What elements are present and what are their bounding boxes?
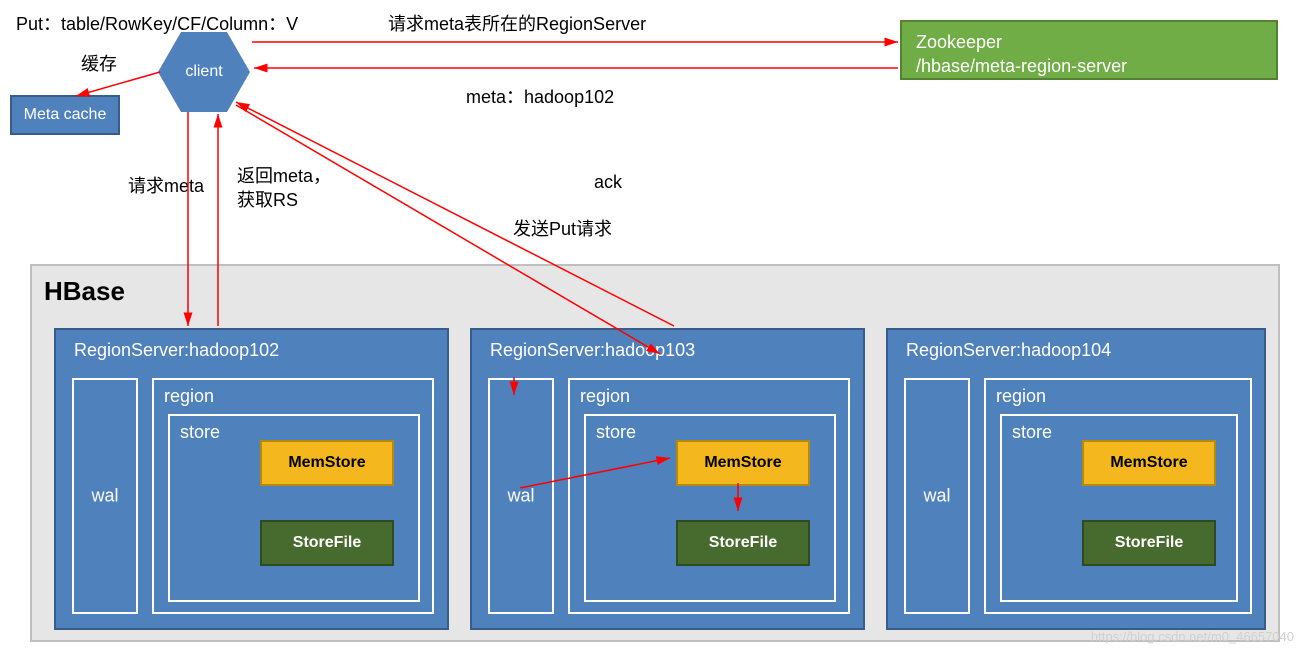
zookeeper-line2: /hbase/meta-region-server — [916, 54, 1262, 78]
region-server-1: RegionServer:hadoop103 wal region store … — [470, 328, 865, 630]
memstore-2: MemStore — [1082, 440, 1216, 486]
region-label-0: region — [164, 386, 214, 407]
meta-cache-box: Meta cache — [10, 95, 120, 135]
return-meta-line1: 返回meta， — [237, 164, 331, 188]
hbase-container: HBase RegionServer:hadoop102 wal region … — [30, 264, 1280, 642]
rs-title-0: RegionServer:hadoop102 — [74, 340, 279, 361]
meta-hadoop-label: meta：hadoop102 — [466, 83, 614, 109]
return-meta-line2: 获取RS — [237, 188, 331, 212]
region-box-0: region store MemStore StoreFile — [152, 378, 434, 614]
watermark-text: https://blog.csdn.net/m0_46657040 — [1091, 629, 1294, 644]
region-label-2: region — [996, 386, 1046, 407]
hbase-title: HBase — [44, 276, 125, 307]
store-label-2: store — [1012, 422, 1052, 443]
region-server-2: RegionServer:hadoop104 wal region store … — [886, 328, 1266, 630]
wal-box-0: wal — [72, 378, 138, 614]
store-box-0: store MemStore StoreFile — [168, 414, 420, 602]
wal-box-1: wal — [488, 378, 554, 614]
wal-label-1: wal — [490, 486, 552, 507]
client-node: client — [158, 32, 250, 112]
wal-box-2: wal — [904, 378, 970, 614]
zookeeper-box: Zookeeper /hbase/meta-region-server — [900, 20, 1278, 80]
rs-title-1: RegionServer:hadoop103 — [490, 340, 695, 361]
store-label-1: store — [596, 422, 636, 443]
rs-title-2: RegionServer:hadoop104 — [906, 340, 1111, 361]
storefile-2: StoreFile — [1082, 520, 1216, 566]
put-command-label: Put：table/RowKey/CF/Column：V — [16, 10, 298, 36]
store-box-1: store MemStore StoreFile — [584, 414, 836, 602]
store-box-2: store MemStore StoreFile — [1000, 414, 1238, 602]
region-box-2: region store MemStore StoreFile — [984, 378, 1252, 614]
region-label-1: region — [580, 386, 630, 407]
wal-label-2: wal — [906, 486, 968, 507]
req-meta-rs-label: 请求meta表所在的RegionServer — [388, 10, 646, 36]
memstore-1: MemStore — [676, 440, 810, 486]
wal-label-0: wal — [74, 486, 136, 507]
cache-label: 缓存 — [81, 50, 117, 76]
memstore-0: MemStore — [260, 440, 394, 486]
zookeeper-line1: Zookeeper — [916, 30, 1262, 54]
storefile-1: StoreFile — [676, 520, 810, 566]
store-label-0: store — [180, 422, 220, 443]
region-server-0: RegionServer:hadoop102 wal region store … — [54, 328, 449, 630]
region-box-1: region store MemStore StoreFile — [568, 378, 850, 614]
req-meta-label: 请求meta — [128, 172, 204, 198]
ack-label: ack — [594, 172, 622, 193]
storefile-0: StoreFile — [260, 520, 394, 566]
return-meta-label: 返回meta， 获取RS — [237, 164, 331, 213]
send-put-label: 发送Put请求 — [513, 215, 612, 241]
